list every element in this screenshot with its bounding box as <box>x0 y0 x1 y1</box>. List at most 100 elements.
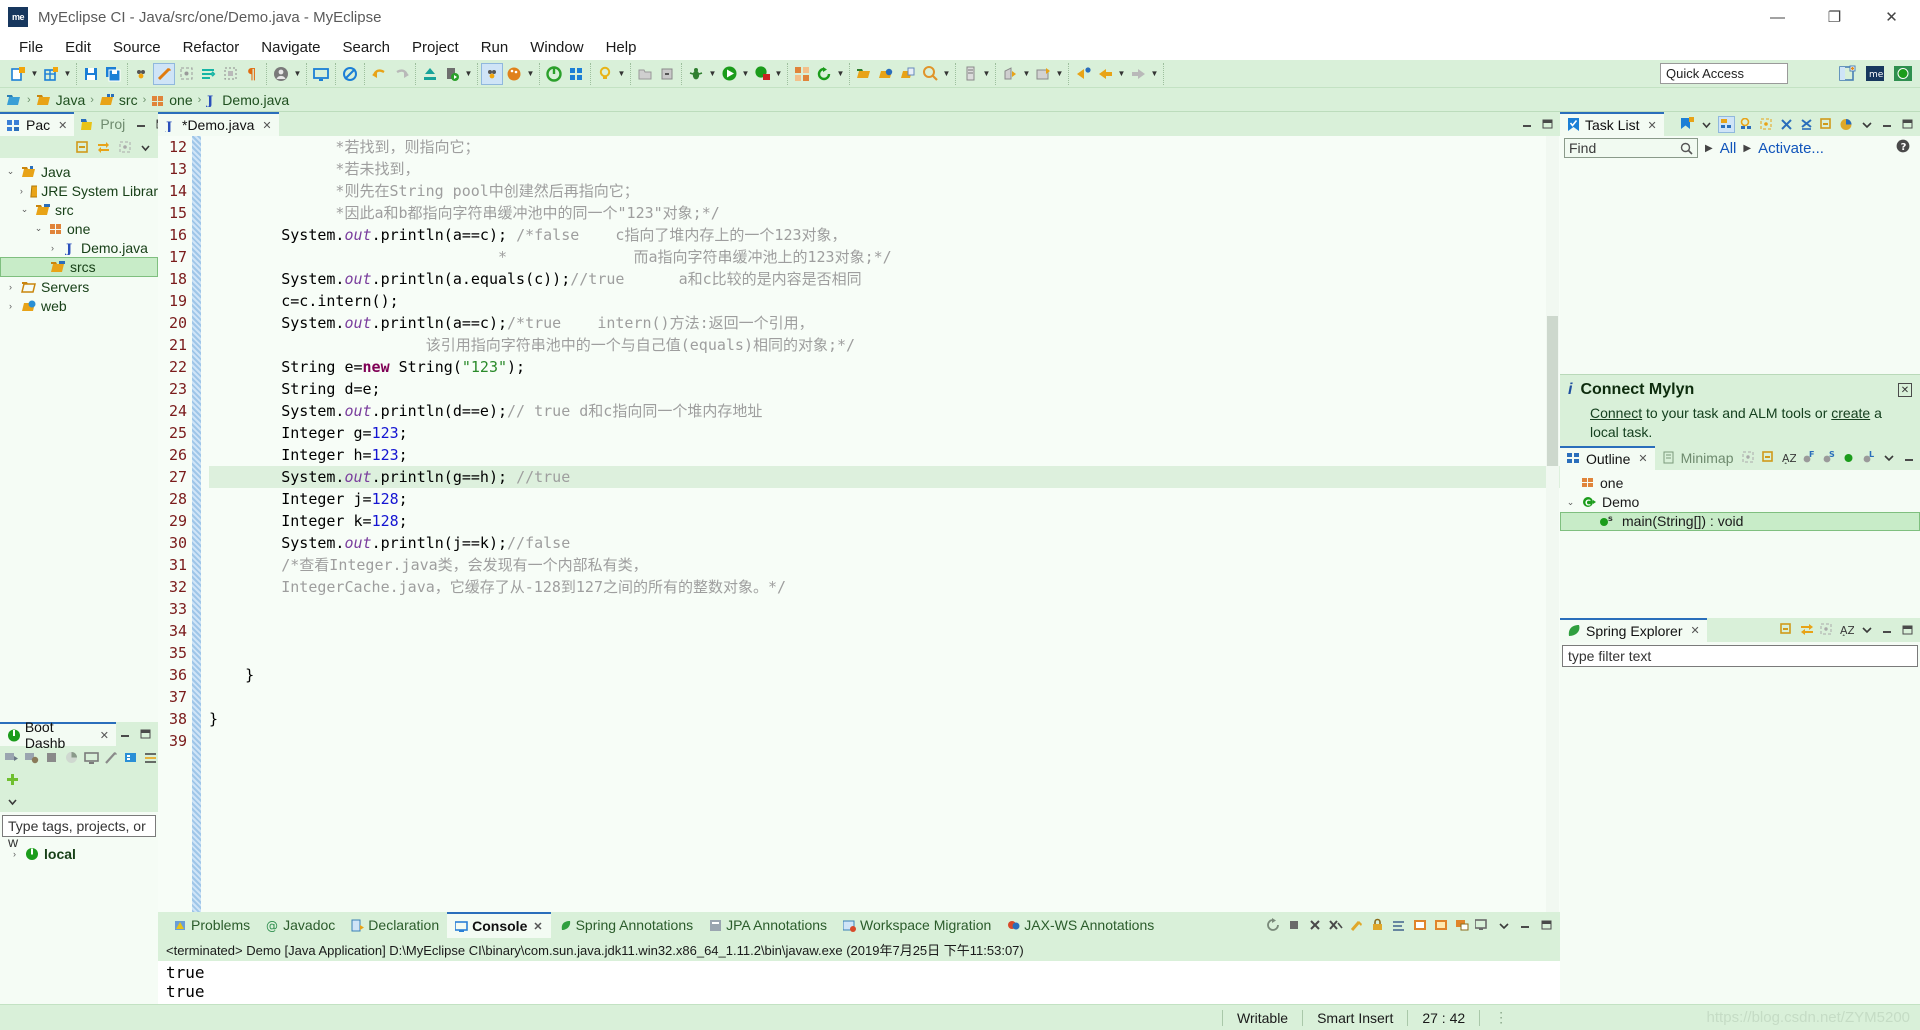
code-line[interactable]: c=c.intern(); <box>209 290 1560 312</box>
spring-boot-icon[interactable] <box>543 63 565 85</box>
hide-fields-icon[interactable]: F <box>1800 449 1817 466</box>
scheduled-view-icon[interactable] <box>1738 116 1755 133</box>
new-element-icon[interactable] <box>40 63 62 85</box>
expand-chevron-down-icon[interactable]: ⌄ <box>18 204 31 215</box>
synchronize-icon[interactable] <box>1838 116 1855 133</box>
code-line[interactable]: String d=e; <box>209 378 1560 400</box>
code-line[interactable]: *因此a和b都指向字符串缓冲池中的同一个"123"对象;*/ <box>209 202 1560 224</box>
build-grid-icon[interactable] <box>791 63 813 85</box>
code-line[interactable]: } <box>209 664 1560 686</box>
back-history-icon[interactable] <box>1072 63 1094 85</box>
tree-item-jre[interactable]: › JRE System Librar <box>0 181 158 200</box>
mylyn-connect-link[interactable]: Connect <box>1590 405 1642 421</box>
close-icon[interactable]: ✕ <box>1638 452 1647 465</box>
expand-chevron-right-icon[interactable]: › <box>18 186 25 196</box>
block-selection-icon[interactable] <box>219 63 241 85</box>
edit-icon[interactable] <box>104 749 119 766</box>
minimize-icon[interactable] <box>1900 449 1917 466</box>
tree-item-web[interactable]: › web <box>0 296 158 315</box>
menu-file[interactable]: File <box>8 37 54 58</box>
forward-icon[interactable] <box>1127 63 1149 85</box>
run-external-chevron-down-icon[interactable]: ▼ <box>773 63 784 85</box>
code-line[interactable] <box>209 598 1560 620</box>
tab-minimap[interactable]: Minimap <box>1654 445 1741 470</box>
run-external-icon[interactable] <box>751 63 773 85</box>
maximize-icon[interactable]: ❐ <box>1806 0 1863 34</box>
code-line[interactable]: System.out.println(a.equals(c));//true a… <box>209 268 1560 290</box>
view-menu-chevron-down-icon[interactable] <box>1880 449 1897 466</box>
focus-icon[interactable] <box>1740 449 1757 466</box>
maximize-icon[interactable] <box>1898 116 1915 133</box>
collapse-all-icon[interactable] <box>1778 621 1795 638</box>
code-line[interactable]: IntegerCache.java，它缓存了从-128到127之间的所有的整数对… <box>209 576 1560 598</box>
code-line[interactable]: *则先在String pool中创建然后再指向它； <box>209 180 1560 202</box>
collapse-all-icon[interactable] <box>1818 116 1835 133</box>
remove-all-launches-icon[interactable] <box>1327 917 1344 934</box>
tab-problems[interactable]: Problems <box>166 912 258 938</box>
expand-chevron-down-icon[interactable]: ⌄ <box>32 223 45 234</box>
focus-icon[interactable] <box>1758 116 1775 133</box>
export-icon[interactable] <box>634 63 656 85</box>
show-whitespace-icon[interactable]: ¶ <box>241 63 263 85</box>
start-icon[interactable] <box>4 749 19 766</box>
new-task-icon[interactable] <box>1678 116 1695 133</box>
expand-chevron-right-icon[interactable]: › <box>8 849 21 859</box>
import-icon[interactable] <box>656 63 678 85</box>
mylyn-create-link[interactable]: create <box>1831 405 1870 421</box>
new-wizard-chevron-down-icon[interactable]: ▼ <box>29 63 40 85</box>
open-type-icon[interactable] <box>853 63 875 85</box>
hide-completed-icon[interactable] <box>1778 116 1795 133</box>
filter-tasks-icon[interactable] <box>1798 116 1815 133</box>
refresh-icon[interactable] <box>813 63 835 85</box>
code-line[interactable]: System.out.println(g==h); //true <box>209 466 1560 488</box>
minimize-icon[interactable]: — <box>1749 0 1806 34</box>
tab-declaration[interactable]: Declaration <box>343 912 447 938</box>
collapse-all-icon[interactable] <box>74 139 91 156</box>
breadcrumb-item-demo[interactable]: J Demo.java <box>206 92 289 108</box>
hide-static-icon[interactable]: S <box>1820 449 1837 466</box>
monitor-icon[interactable] <box>310 63 332 85</box>
word-wrap-icon[interactable] <box>197 63 219 85</box>
search-icon[interactable] <box>919 63 941 85</box>
breadcrumb-root-icon[interactable] <box>6 93 22 107</box>
outline-item-one[interactable]: one <box>1560 474 1920 493</box>
server-run-icon[interactable] <box>441 63 463 85</box>
expand-chevron-right-icon[interactable]: › <box>46 243 59 253</box>
task-repository-icon[interactable] <box>959 63 981 85</box>
tab-spring-explorer[interactable]: Spring Explorer ✕ <box>1560 617 1707 642</box>
categorized-view-icon[interactable] <box>1718 115 1735 133</box>
close-icon[interactable]: ✕ <box>1863 0 1920 34</box>
maximize-icon[interactable] <box>1537 917 1554 934</box>
code-line[interactable]: String e=new String("123"); <box>209 356 1560 378</box>
close-icon[interactable]: ✕ <box>533 920 542 933</box>
new-wizard-icon[interactable] <box>7 63 29 85</box>
clear-console-icon[interactable] <box>1348 917 1365 934</box>
open-console-icon[interactable] <box>1453 917 1470 934</box>
maximize-icon[interactable] <box>1898 621 1915 638</box>
word-wrap-icon[interactable] <box>1390 917 1407 934</box>
tab-jpa-annotations[interactable]: JPA Annotations <box>701 912 835 938</box>
quick-access-input[interactable]: Quick Access <box>1660 63 1788 84</box>
user-chevron-down-icon[interactable]: ▼ <box>292 63 303 85</box>
hide-local-icon[interactable]: L <box>1860 449 1877 466</box>
tab-workspace-migration[interactable]: Workspace Migration <box>835 912 999 938</box>
maximize-icon[interactable] <box>1538 116 1555 133</box>
help-icon[interactable]: ? <box>1896 139 1916 157</box>
lightbulb-icon[interactable] <box>594 63 616 85</box>
scroll-lock-icon[interactable] <box>1369 917 1386 934</box>
paste-icon[interactable] <box>897 63 919 85</box>
skip-breakpoints-icon[interactable] <box>339 63 361 85</box>
redeploy-icon[interactable] <box>64 749 79 766</box>
java-perspective-icon[interactable] <box>1892 63 1914 84</box>
tab-package-explorer[interactable]: Pac ✕ <box>0 112 75 136</box>
highlight-pen-icon[interactable] <box>153 62 175 85</box>
breakpoints-toggle-icon[interactable] <box>481 62 503 85</box>
console-chevron-down-icon[interactable] <box>1495 917 1512 934</box>
close-icon[interactable]: ✕ <box>1691 624 1700 637</box>
menu-run[interactable]: Run <box>470 37 520 58</box>
close-icon[interactable]: ✕ <box>262 119 271 132</box>
lightbulb-chevron-down-icon[interactable]: ▼ <box>616 63 627 85</box>
debug-start-icon[interactable] <box>24 749 39 766</box>
menu-help[interactable]: Help <box>595 37 648 58</box>
open-console-icon[interactable] <box>84 749 99 766</box>
